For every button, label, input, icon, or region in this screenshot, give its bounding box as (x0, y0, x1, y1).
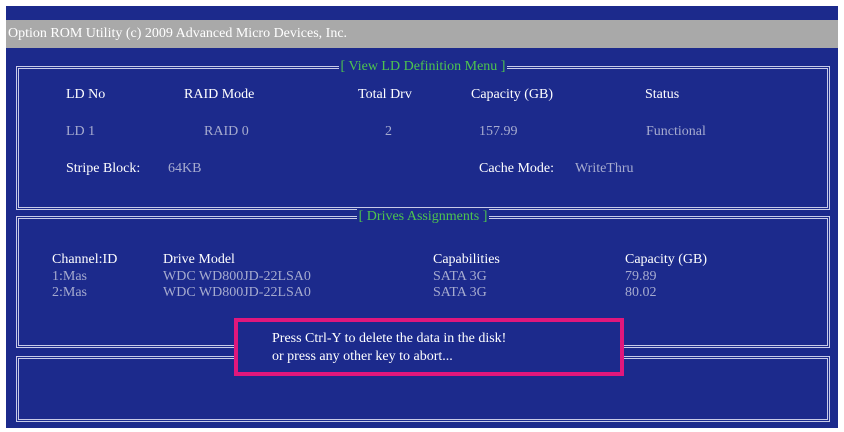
drive-capacity: 80.02 (625, 285, 657, 300)
drive-model: WDC WD800JD-22LSA0 (163, 285, 311, 300)
ld-capacity: 157.99 (479, 124, 518, 139)
col-header-capacity: Capacity (GB) (471, 87, 554, 102)
bios-screen: Option ROM Utility (c) 2009 Advanced Mic… (6, 6, 838, 428)
col-header-drive-model: Drive Model (163, 252, 235, 267)
col-header-raid-mode: RAID Mode (184, 87, 255, 102)
ld-raid-mode: RAID 0 (204, 124, 249, 139)
drive-capabilities: SATA 3G (433, 285, 487, 300)
cache-mode-value: WriteThru (575, 161, 634, 176)
ld-number[interactable]: LD 1 (66, 123, 95, 141)
col-header-drive-capacity: Capacity (GB) (625, 252, 708, 267)
drive-channel-id: 2:Mas (52, 285, 87, 300)
drives-assignments-title: [ Drives Assignments ] (356, 209, 490, 224)
col-header-capabilities: Capabilities (433, 252, 500, 267)
title-bar: Option ROM Utility (c) 2009 Advanced Mic… (6, 20, 838, 48)
confirm-delete-dialog[interactable]: Press Ctrl-Y to delete the data in the d… (234, 318, 624, 376)
cache-mode-label: Cache Mode: (479, 161, 555, 176)
stripe-block-value: 64KB (168, 161, 202, 176)
dialog-message-line2: or press any other key to abort... (272, 349, 453, 364)
col-header-total-drv: Total Drv (358, 87, 412, 102)
ld-definition-panel: [ View LD Definition Menu ] LD No RAID M… (16, 59, 830, 210)
col-header-status: Status (645, 87, 680, 102)
stripe-block-label: Stripe Block: (66, 161, 141, 176)
col-header-channel-id: Channel:ID (52, 252, 118, 267)
ld-status: Functional (646, 124, 706, 139)
dialog-message-line1: Press Ctrl-Y to delete the data in the d… (272, 331, 507, 346)
col-header-ld-no: LD No (66, 87, 106, 102)
ld-definition-title: [ View LD Definition Menu ] (338, 59, 508, 74)
ld-total-drv: 2 (385, 124, 392, 139)
